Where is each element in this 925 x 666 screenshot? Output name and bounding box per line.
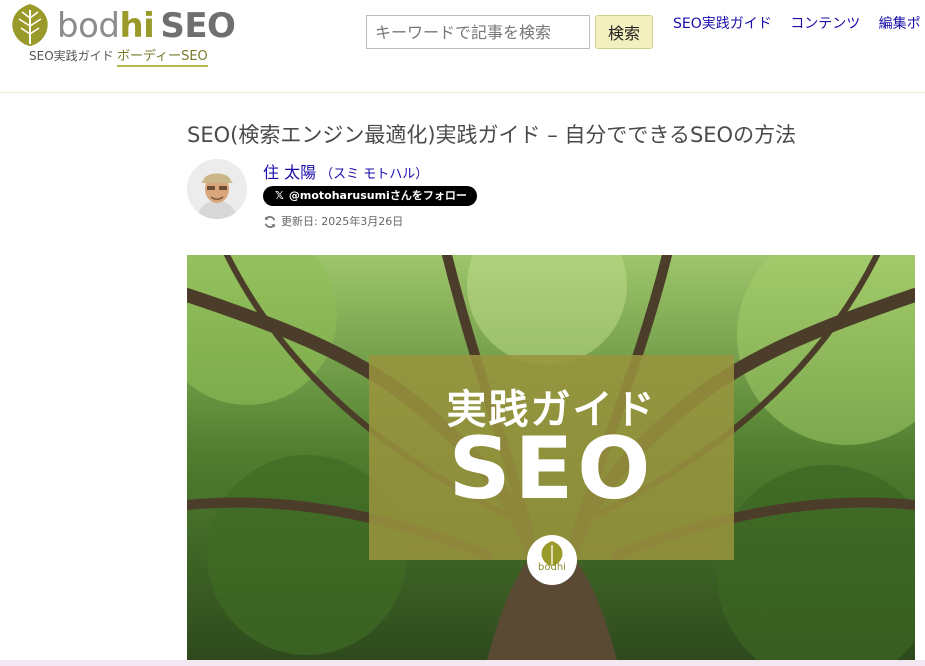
hero-title-line2: SEO (448, 419, 655, 519)
bottom-bar (0, 660, 925, 666)
updated-date-text: 更新日: 2025年3月26日 (281, 215, 404, 228)
logo-sub-brand[interactable]: ボーディーSEO (117, 45, 208, 67)
nav-item-seo-guide[interactable]: SEO実践ガイド (673, 16, 772, 32)
follow-label: @motoharusumiさんをフォロー (288, 189, 467, 202)
hero-bodhi-badge: bodhi (527, 535, 577, 585)
page-title: SEO(検索エンジン最適化)実践ガイド – 自分でできるSEOの方法 (187, 123, 797, 147)
author-kana: （スミ モトハル） (320, 167, 429, 182)
hero-image: 実践ガイド SEO bodhi (187, 255, 915, 660)
main-nav: SEO実践ガイド コンテンツ 編集ポ (673, 13, 925, 33)
bodhi-leaf-icon (12, 4, 48, 46)
nav-item-editorial[interactable]: 編集ポ (879, 16, 921, 32)
search-button[interactable]: 検索 (595, 15, 653, 49)
author-photo (187, 159, 247, 219)
refresh-icon (264, 216, 276, 228)
author-avatar[interactable] (187, 159, 247, 219)
site-header: bodhiSEO SEO実践ガイド ボーディーSEO 検索 SEO実践ガイド コ… (0, 0, 925, 93)
bodhi-leaf-icon (541, 541, 563, 566)
nav-item-contents[interactable]: コンテンツ (790, 16, 860, 32)
site-logo[interactable]: bodhi SEO SEO実践ガイド ボーディーSEO (7, 2, 237, 70)
hero-badge-text: bodhi (538, 562, 566, 573)
logo-tagline: SEO実践ガイド (29, 49, 114, 63)
author-name[interactable]: 住 太陽 （スミ モトハル） (263, 159, 428, 183)
hero-title-box: 実践ガイド SEO bodhi (369, 355, 734, 585)
x-follow-button[interactable]: 𝕏 @motoharusumiさんをフォロー (263, 186, 477, 206)
search-input[interactable] (366, 15, 590, 49)
x-icon: 𝕏 (275, 189, 284, 202)
logo-wordmark: bodhi SEO (57, 6, 236, 46)
author-name-text: 住 太陽 (263, 163, 317, 182)
updated-date: 更新日: 2025年3月26日 (263, 213, 403, 229)
